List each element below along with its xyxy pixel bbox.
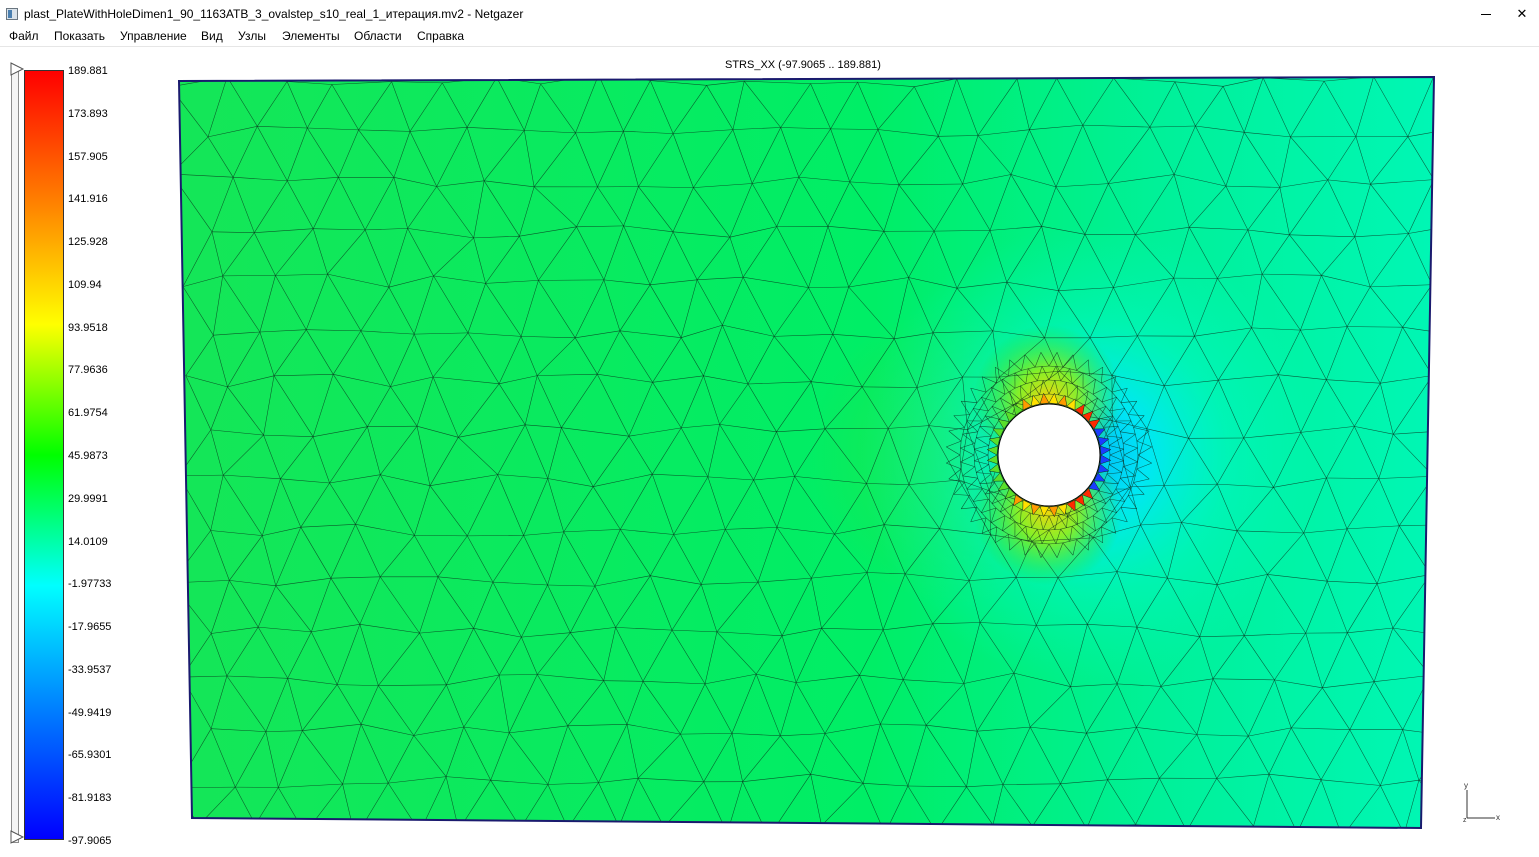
mesh-edge	[1456, 429, 1506, 430]
mesh-edge	[1458, 79, 1477, 128]
mesh-edge	[1454, 677, 1473, 737]
mesh-edge	[1445, 636, 1474, 677]
mesh-edge	[1460, 286, 1478, 336]
axis-z-label: z	[1463, 817, 1467, 824]
mesh-edge	[1432, 375, 1434, 431]
mesh-edge	[1473, 677, 1511, 730]
mesh-edge	[1478, 232, 1510, 286]
mesh-edge	[255, 824, 306, 828]
mesh-edge	[885, 832, 936, 834]
mesh-edge	[1433, 179, 1434, 225]
mesh-edge	[1433, 476, 1434, 484]
mesh-edge	[1432, 335, 1434, 376]
mesh-edge	[1430, 574, 1434, 588]
mesh-edge	[1342, 834, 1404, 837]
mesh-edge	[1430, 524, 1434, 575]
mesh-edge	[198, 824, 256, 826]
mesh-edge	[1447, 525, 1483, 588]
mesh-plot[interactable]	[0, 0, 1539, 857]
mesh-edge	[727, 833, 768, 837]
mesh-edge	[1456, 381, 1487, 430]
mesh-edge	[1483, 588, 1498, 628]
mesh-edge	[1447, 525, 1505, 530]
mesh-edge	[1432, 375, 1434, 382]
mesh-edge	[420, 830, 459, 832]
mesh-edge	[305, 833, 355, 837]
mesh-edge	[1474, 180, 1510, 233]
mesh-edge	[1429, 675, 1434, 737]
mesh-edge	[1433, 127, 1434, 180]
mesh-edge	[458, 827, 521, 828]
mesh-edge	[1431, 284, 1434, 336]
mesh-edge	[1460, 334, 1502, 336]
mesh-edge	[1461, 224, 1478, 286]
mesh-edge	[1454, 730, 1511, 737]
mesh-edge	[1473, 627, 1498, 676]
mesh-edge	[1447, 483, 1485, 525]
mesh-edge	[1445, 627, 1499, 635]
mesh-edge	[821, 825, 886, 828]
mesh-edge	[1485, 429, 1506, 483]
mesh-edge	[1461, 180, 1474, 225]
mesh-edge	[1487, 381, 1506, 429]
mesh-edge	[1430, 574, 1434, 636]
mesh-edge	[1485, 483, 1504, 529]
mesh-edge	[936, 824, 993, 828]
mesh-edge	[1483, 529, 1505, 587]
mesh-edge	[1429, 635, 1434, 676]
mesh-edge	[355, 832, 420, 838]
mesh-edge	[768, 825, 822, 828]
axes-triad: y x z	[1463, 781, 1500, 824]
mesh-edge	[1431, 284, 1434, 287]
mesh-edge	[1454, 736, 1480, 783]
mesh-edge	[1480, 730, 1511, 783]
mesh-edge	[1429, 675, 1434, 677]
mesh-edge	[1456, 430, 1486, 483]
mesh-edge	[1461, 829, 1499, 833]
mesh-edge	[1433, 476, 1434, 525]
mesh-edge	[1433, 429, 1434, 477]
mesh-edge	[1297, 833, 1342, 837]
mesh-edge	[1477, 79, 1497, 128]
mesh-edge	[1434, 75, 1457, 128]
mesh-edge	[1460, 336, 1486, 382]
mesh-edge	[664, 826, 728, 828]
axis-x-label: x	[1496, 813, 1500, 822]
mesh-edge	[1458, 128, 1475, 180]
mesh-edge	[1032, 826, 1087, 828]
mesh-edge	[1487, 334, 1503, 381]
mesh-edge	[567, 826, 620, 828]
axis-y-label: y	[1464, 781, 1468, 790]
mesh-edge	[1474, 128, 1496, 180]
mesh-edge	[1461, 224, 1509, 232]
plate-hole	[997, 403, 1101, 507]
mesh-edge	[1434, 75, 1476, 79]
mesh-edge	[1445, 588, 1483, 636]
mesh-edge	[1431, 224, 1434, 285]
mesh-edge	[1418, 736, 1434, 781]
mesh-edge	[1478, 286, 1502, 334]
